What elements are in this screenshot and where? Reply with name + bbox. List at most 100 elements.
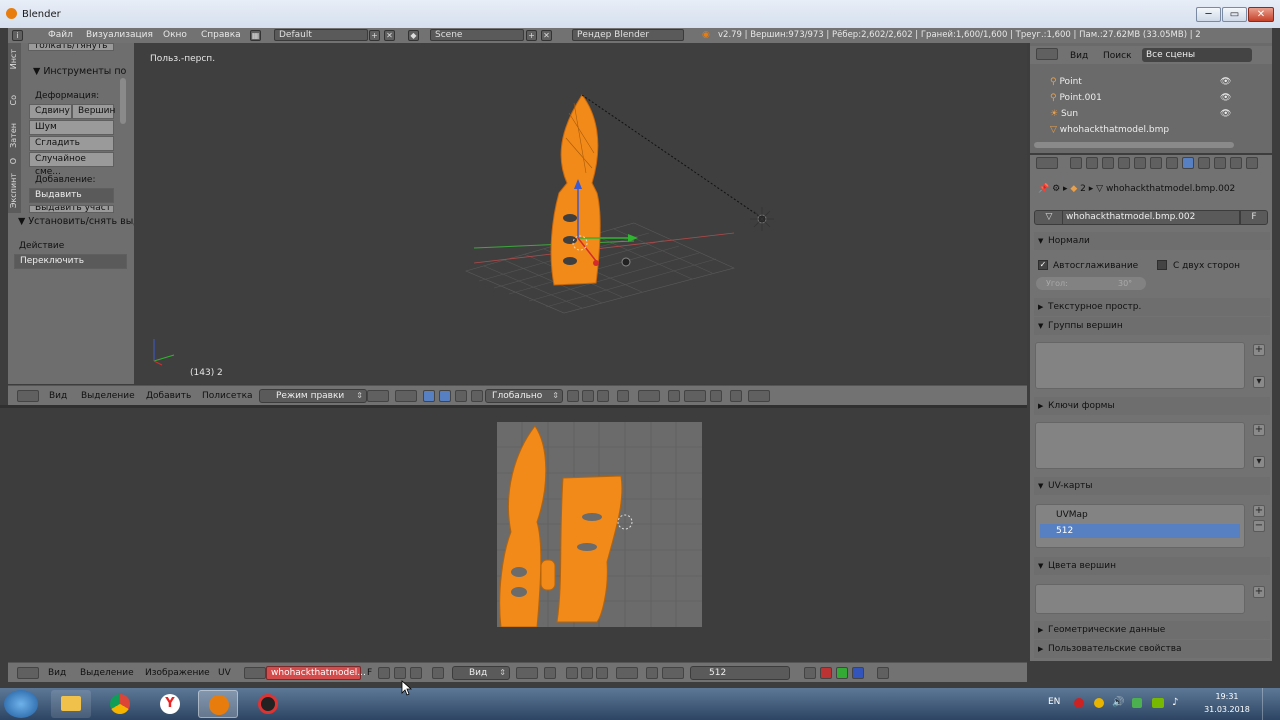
menu-mesh[interactable]: Полисетка	[202, 391, 253, 401]
outliner-menu-view[interactable]: Вид	[1070, 51, 1088, 61]
noise-button[interactable]: Шум	[29, 120, 114, 135]
occlude-geometry-icon[interactable]	[617, 390, 629, 402]
close-button[interactable]: ✕	[1248, 7, 1274, 22]
uv-maps-section-header[interactable]: UV-карты	[1034, 477, 1270, 495]
object-tab-icon[interactable]	[1134, 157, 1146, 169]
tab-grease[interactable]: Экспинт	[9, 173, 18, 208]
rotate-icon[interactable]	[455, 390, 467, 402]
channel-blue-icon[interactable]	[852, 667, 864, 679]
vertex-select-icon[interactable]	[567, 390, 579, 402]
image-fake-user[interactable]: F	[367, 668, 372, 678]
shape-keys-section-header[interactable]: Ключи формы	[1034, 397, 1270, 415]
editor-type-info-icon[interactable]: i	[12, 30, 23, 41]
mesh-name-field[interactable]: whohackthatmodel.bmp.002	[1062, 210, 1240, 225]
sticky-select-icon[interactable]	[544, 667, 556, 679]
vertex-button[interactable]: Вершин	[72, 104, 115, 119]
vertex-color-add-button[interactable]: +	[1253, 586, 1265, 598]
outliner-row-sun[interactable]: ☀ Sun 👁	[1050, 109, 1270, 123]
outliner-filter-select[interactable]: Все сцены	[1142, 48, 1252, 62]
physics-tab-icon[interactable]	[1246, 157, 1258, 169]
tab-options[interactable]: О	[9, 158, 18, 164]
active-uv-map-field[interactable]: 512	[690, 666, 790, 680]
smooth-vertex-button[interactable]: Сгладить верш...	[29, 136, 114, 161]
clock-time[interactable]: 19:31	[1212, 692, 1242, 701]
uv-menu-select[interactable]: Выделение	[80, 668, 134, 678]
texture-tab-icon[interactable]	[1214, 157, 1226, 169]
pivot-point-icon[interactable]	[395, 390, 417, 402]
vertex-slide-button[interactable]: Сдвину	[29, 104, 72, 119]
scene-field[interactable]: Scene	[430, 29, 524, 41]
pin-image-icon[interactable]	[432, 667, 444, 679]
outliner-menu-search[interactable]: Поиск	[1103, 51, 1132, 61]
blender-taskbar-icon[interactable]	[198, 690, 238, 718]
manipulator-icon[interactable]	[423, 390, 435, 402]
uv-pivot-icon[interactable]	[516, 667, 538, 679]
tool-shelf-scrollbar[interactable]	[120, 78, 126, 124]
double-sided-checkbox[interactable]	[1157, 260, 1167, 270]
image-browse-icon[interactable]	[244, 667, 266, 679]
layers-icon[interactable]	[710, 390, 722, 402]
randomize-button[interactable]: Случайное сме...	[29, 152, 114, 177]
tray-nvidia-icon[interactable]	[1152, 698, 1164, 708]
opengl-render-icon[interactable]	[748, 390, 770, 402]
orientation-select[interactable]: Глобально	[485, 389, 563, 403]
modifiers-tab-icon[interactable]	[1166, 157, 1178, 169]
recorder-taskbar-icon[interactable]	[248, 690, 288, 718]
scale-icon[interactable]	[471, 390, 483, 402]
custom-props-section-header[interactable]: Пользовательские свойства	[1034, 640, 1270, 658]
particles-tab-icon[interactable]	[1230, 157, 1242, 169]
uv-edge-select-icon[interactable]	[581, 667, 593, 679]
mode-select[interactable]: Режим правки	[259, 389, 367, 403]
uv-menu-view[interactable]: Вид	[48, 668, 66, 678]
vertex-groups-list[interactable]	[1035, 342, 1245, 389]
tool-push-pull-button[interactable]: толкать/тянуть	[28, 43, 114, 51]
chrome-taskbar-icon[interactable]	[100, 690, 140, 718]
unlink-image-icon[interactable]	[410, 667, 422, 679]
shape-key-menu-button[interactable]: ▾	[1253, 456, 1265, 468]
channel-red-icon[interactable]	[820, 667, 832, 679]
menu-add[interactable]: Добавить	[146, 391, 191, 401]
vertex-colors-section-header[interactable]: Цвета вершин	[1034, 557, 1270, 575]
menu-view[interactable]: Вид	[49, 391, 67, 401]
tray-record-icon[interactable]	[1074, 698, 1084, 708]
texture-space-section-header[interactable]: Текстурное простр.	[1034, 298, 1270, 316]
translate-icon[interactable]	[439, 390, 451, 402]
language-indicator[interactable]: EN	[1048, 697, 1060, 707]
uv-snap-icon[interactable]	[646, 667, 658, 679]
scene-icon[interactable]: ◆	[408, 30, 419, 41]
uv-menu-uv[interactable]: UV	[218, 668, 231, 678]
scene-tab-icon[interactable]	[1102, 157, 1114, 169]
vertex-group-menu-button[interactable]: ▾	[1253, 376, 1265, 388]
angle-slider[interactable]: Угол: 30°	[1036, 277, 1146, 290]
render-tab-icon[interactable]	[1070, 157, 1082, 169]
channel-green-icon[interactable]	[836, 667, 848, 679]
menu-help[interactable]: Справка	[201, 30, 241, 40]
clock-date[interactable]: 31.03.2018	[1204, 705, 1250, 714]
viewport-shading-icon[interactable]	[367, 390, 389, 402]
uv-snap-element-icon[interactable]	[662, 667, 684, 679]
editor-type-properties-icon[interactable]	[1036, 157, 1058, 169]
material-tab-icon[interactable]	[1198, 157, 1210, 169]
render-engine-select[interactable]: Рендер Blender	[572, 29, 684, 41]
add-layout-icon[interactable]: +	[369, 30, 380, 41]
constraints-tab-icon[interactable]	[1150, 157, 1162, 169]
channel-rgb-icon[interactable]	[804, 667, 816, 679]
uv-view-mode-select[interactable]: Вид	[452, 666, 510, 680]
screen-layout-icon[interactable]: ▦	[250, 30, 261, 41]
outliner-row-point[interactable]: ⚲ Point 👁	[1050, 77, 1270, 91]
operator-section-header[interactable]: ▼ Установить/снять выд	[18, 216, 140, 227]
open-image-icon[interactable]	[394, 667, 406, 679]
uv-map-remove-button[interactable]: −	[1253, 520, 1265, 532]
editor-type-outliner-icon[interactable]	[1036, 48, 1058, 60]
image-name-field[interactable]: whohackthatmodel...	[266, 666, 366, 680]
pin-icon[interactable]: 📌 ⚙ ▸	[1038, 184, 1070, 194]
new-image-icon[interactable]	[378, 667, 390, 679]
tray-network-icon[interactable]	[1132, 698, 1142, 708]
layers-tab-icon[interactable]	[1086, 157, 1098, 169]
face-select-icon[interactable]	[597, 390, 609, 402]
maximize-button[interactable]: ▭	[1222, 7, 1247, 22]
add-scene-icon[interactable]: +	[526, 30, 537, 41]
vertex-groups-section-header[interactable]: Группы вершин	[1034, 317, 1270, 335]
mesh-browse-icon[interactable]: ▽	[1034, 210, 1064, 225]
start-button[interactable]	[4, 690, 38, 718]
